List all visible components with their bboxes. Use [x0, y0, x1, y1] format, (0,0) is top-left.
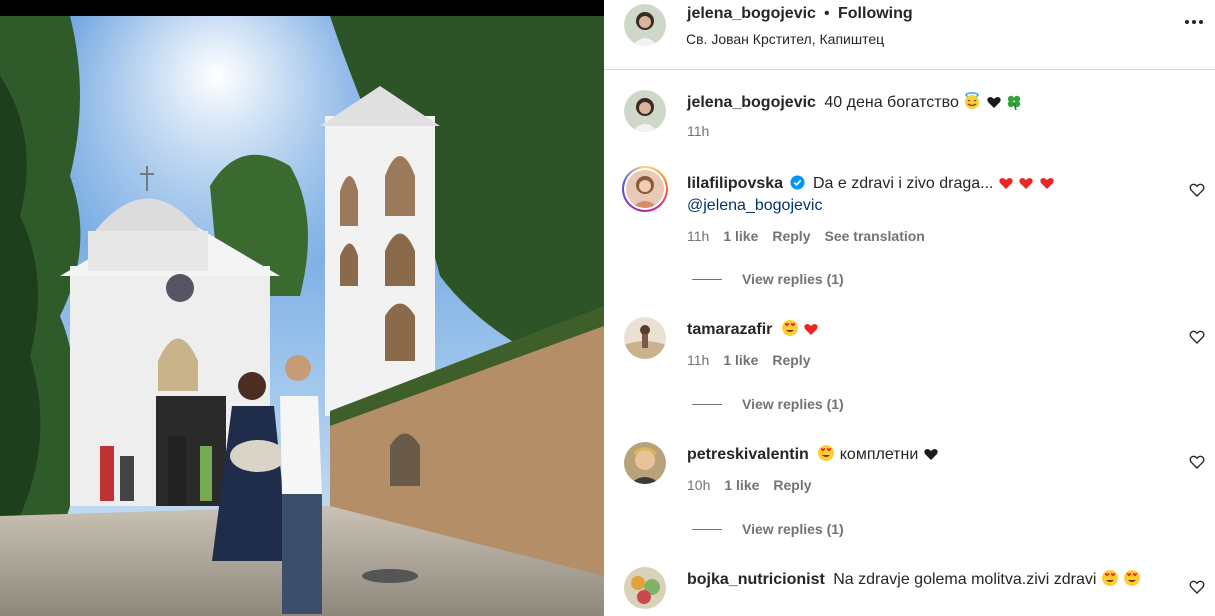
comment-meta: 10h 1 like Reply: [687, 477, 812, 493]
more-options-icon[interactable]: [1185, 20, 1203, 24]
like-heart-icon[interactable]: [1189, 329, 1205, 345]
post-header: jelena_bogojevic • Following Св. Јован К…: [604, 0, 1215, 70]
heart-eyes-emoji: [1101, 570, 1118, 586]
replies-divider: [692, 528, 722, 530]
like-heart-icon[interactable]: [1189, 454, 1205, 470]
author-avatar[interactable]: [624, 4, 666, 46]
like-count[interactable]: 1 like: [724, 477, 759, 493]
separator-dot: •: [824, 5, 830, 22]
comment-username[interactable]: petreskivalentin: [687, 446, 809, 463]
view-replies-label: View replies (1): [742, 521, 844, 537]
view-replies-label: View replies (1): [742, 396, 844, 412]
red-heart-emoji: [804, 324, 818, 335]
caption-time: 11h: [687, 123, 710, 139]
comment-username[interactable]: tamarazafir: [687, 321, 772, 338]
comment-avatar[interactable]: [624, 567, 666, 609]
caption-username[interactable]: jelena_bogojevic: [687, 94, 816, 111]
black-heart-emoji: [987, 97, 1001, 108]
like-count[interactable]: 1 like: [723, 228, 758, 244]
comment-text: Na zdravje golema molitva.zivi zdravi: [833, 571, 1097, 588]
post-location[interactable]: Св. Јован Крстител, Капиштец: [686, 31, 884, 47]
comment-text: Da e zdravi i zivo draga...: [812, 175, 994, 192]
smiling-face-with-halo-emoji: [965, 92, 980, 109]
replies-divider: [692, 278, 722, 280]
verified-badge-icon: [789, 175, 805, 190]
comment-text: комплетни: [839, 446, 919, 463]
caption-text: 40 дена богатство: [824, 94, 959, 111]
black-heart-emoji: [924, 449, 938, 460]
like-heart-icon[interactable]: [1189, 579, 1205, 595]
comment-line: tamarazafir: [687, 319, 819, 340]
view-replies-button[interactable]: View replies (1): [692, 396, 844, 412]
caption-avatar[interactable]: [624, 90, 666, 132]
view-replies-button[interactable]: View replies (1): [692, 521, 844, 537]
church-photo-illustration: [0, 16, 604, 616]
caption-meta: 11h: [687, 123, 709, 139]
comment-line-2: @jelena_bogojevic: [687, 195, 822, 216]
heart-eyes-emoji: [1124, 570, 1141, 586]
see-translation-button[interactable]: See translation: [824, 228, 924, 244]
reply-button[interactable]: Reply: [772, 352, 810, 368]
red-heart-emoji: [1040, 178, 1054, 189]
comment-line: bojka_nutricionist Na zdravje golema mol…: [687, 569, 1141, 590]
story-ring-avatar[interactable]: [622, 166, 668, 212]
author-username[interactable]: jelena_bogojevic: [687, 5, 816, 23]
comment-avatar[interactable]: [624, 317, 666, 359]
comment-line: lilafilipovska Da e zdravi i zivo draga.…: [687, 173, 1055, 194]
like-count[interactable]: 1 like: [723, 352, 758, 368]
reply-button[interactable]: Reply: [772, 228, 810, 244]
comment-meta: 11h 1 like Reply: [687, 352, 810, 368]
four-leaf-clover-emoji: [1008, 95, 1021, 110]
view-replies-label: View replies (1): [742, 271, 844, 287]
comment-time: 10h: [687, 477, 711, 493]
view-replies-button[interactable]: View replies (1): [692, 271, 844, 287]
post-photo[interactable]: [0, 0, 604, 616]
heart-eyes-emoji: [781, 320, 798, 336]
mention-link[interactable]: @jelena_bogojevic: [687, 197, 822, 214]
like-heart-icon[interactable]: [1189, 182, 1205, 198]
comment-line: petreskivalentin комплетни: [687, 444, 939, 465]
comments-panel: jelena_bogojevic • Following Св. Јован К…: [604, 0, 1215, 616]
red-heart-emoji: [999, 178, 1013, 189]
following-button[interactable]: Following: [838, 5, 913, 23]
comment-time: 11h: [687, 352, 710, 368]
comment-meta: 11h 1 like Reply See translation: [687, 228, 925, 244]
caption-line: jelena_bogojevic 40 дена богатство: [687, 92, 1022, 113]
reply-button[interactable]: Reply: [773, 477, 811, 493]
comment-username[interactable]: bojka_nutricionist: [687, 571, 825, 588]
comment-avatar[interactable]: [624, 442, 666, 484]
comment-time: 11h: [687, 228, 710, 244]
heart-eyes-emoji: [818, 445, 835, 461]
replies-divider: [692, 403, 722, 405]
red-heart-emoji: [1019, 178, 1034, 189]
comment-username[interactable]: lilafilipovska: [687, 175, 783, 192]
